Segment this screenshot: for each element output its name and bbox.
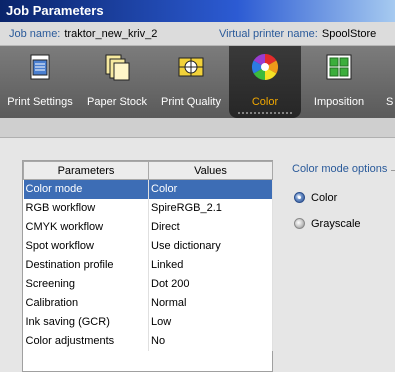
table-row[interactable]: Color adjustments No: [23, 331, 273, 351]
table-row[interactable]: Ink saving (GCR) Low: [23, 312, 273, 332]
paper-stock-icon: [105, 54, 130, 81]
parameter-name: RGB workflow: [23, 198, 149, 218]
tab-label: Color: [251, 96, 279, 108]
parameter-name: Destination profile: [23, 255, 149, 275]
window-title: Job Parameters: [0, 0, 395, 22]
parameter-name: CMYK workflow: [23, 217, 149, 237]
virtual-printer-value: SpoolStore: [321, 28, 377, 40]
radio-label: Grayscale: [311, 218, 361, 230]
tab-imposition[interactable]: Imposition: [302, 46, 376, 118]
parameter-value: Use dictionary: [148, 236, 273, 256]
color-mode-options: Color mode options Color Grayscale: [292, 163, 395, 230]
toolbar-separator: [0, 118, 395, 138]
tab-paper-stock[interactable]: Paper Stock: [80, 46, 154, 118]
print-settings-icon: [30, 54, 50, 80]
tab-label: Paper Stock: [87, 96, 147, 108]
parameter-value: Color: [148, 179, 273, 199]
tab-label: Print Settings: [7, 96, 73, 108]
parameter-value: Normal: [148, 293, 273, 313]
radio-unchecked-icon: [294, 217, 305, 229]
parameter-name: Screening: [23, 274, 149, 294]
virtual-printer-field: Virtual printer name: SpoolStore: [219, 22, 376, 46]
radio-label: Color: [311, 192, 338, 204]
tab-print-quality[interactable]: Print Quality: [154, 46, 228, 118]
tab-print-settings[interactable]: Print Settings: [0, 46, 80, 118]
column-header-values[interactable]: Values: [148, 161, 273, 180]
parameter-value: Low: [148, 312, 273, 332]
radio-color[interactable]: Color: [294, 191, 337, 205]
parameter-name: Ink saving (GCR): [23, 312, 149, 332]
table-row[interactable]: Screening Dot 200: [23, 274, 273, 294]
radio-grayscale[interactable]: Grayscale: [294, 217, 361, 231]
table-row[interactable]: Spot workflow Use dictionary: [23, 236, 273, 256]
color-wheel-icon: [251, 53, 279, 81]
table-row[interactable]: Calibration Normal: [23, 293, 273, 313]
tab-color[interactable]: Color: [229, 46, 301, 118]
parameter-value: No: [148, 331, 273, 351]
parameter-name: Color adjustments: [23, 331, 149, 351]
table-row[interactable]: CMYK workflow Direct: [23, 217, 273, 237]
parameter-value: Linked: [148, 255, 273, 275]
table-row[interactable]: RGB workflow SpireRGB_2.1: [23, 198, 273, 218]
tab-partial[interactable]: S: [386, 46, 395, 118]
group-divider: [391, 170, 395, 171]
parameters-grid: Parameters Values Color mode Color RGB wo…: [22, 160, 273, 372]
parameter-value: SpireRGB_2.1: [148, 198, 273, 218]
column-header-parameters[interactable]: Parameters: [23, 161, 149, 180]
parameter-name: Spot workflow: [23, 236, 149, 256]
parameter-name: Color mode: [23, 179, 149, 199]
color-mode-options-title: Color mode options: [292, 163, 388, 175]
tab-label: S: [386, 96, 394, 108]
job-name-value: traktor_new_kriv_2: [64, 28, 158, 40]
parameter-name: Calibration: [23, 293, 149, 313]
job-name-field: Job name: traktor_new_kriv_2: [9, 22, 157, 46]
job-info-bar: Job name: traktor_new_kriv_2 Virtual prin…: [0, 22, 395, 46]
tab-label: Print Quality: [161, 96, 221, 108]
print-quality-icon: [178, 57, 204, 77]
table-row[interactable]: Color mode Color: [23, 179, 273, 199]
color-panel: Parameters Values Color mode Color RGB wo…: [0, 139, 395, 372]
job-name-label: Job name:: [9, 28, 61, 40]
table-row[interactable]: Destination profile Linked: [23, 255, 273, 275]
virtual-printer-label: Virtual printer name:: [219, 28, 318, 40]
parameter-value: Direct: [148, 217, 273, 237]
radio-checked-icon: [294, 191, 305, 203]
imposition-icon: [326, 54, 352, 80]
tab-label: Imposition: [313, 96, 365, 108]
parameters-toolbar: Print Settings Paper Stock Print Quality…: [0, 46, 395, 118]
parameter-value: Dot 200: [148, 274, 273, 294]
active-tab-indicator: [237, 111, 293, 115]
